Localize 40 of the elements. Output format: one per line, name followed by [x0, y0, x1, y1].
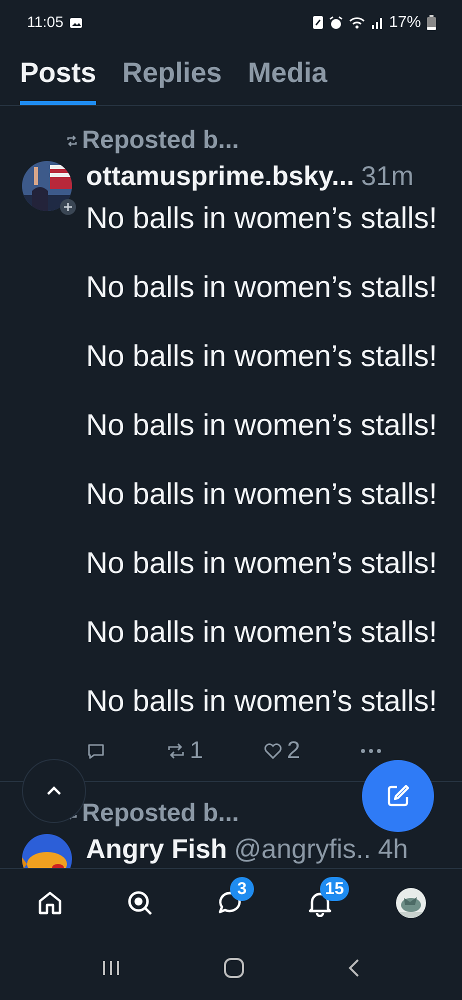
battery-saver-icon — [312, 16, 323, 29]
reply-icon[interactable] — [86, 741, 106, 761]
post-text: No balls in women’s stalls! — [86, 339, 438, 374]
post-text: No balls in women’s stalls! — [86, 408, 438, 443]
author-name[interactable]: Angry Fish — [86, 834, 228, 865]
search-icon[interactable] — [126, 888, 154, 916]
back-icon[interactable] — [347, 958, 361, 978]
repost-label[interactable]: Reposted b... — [82, 126, 239, 155]
post-time: 4h — [378, 834, 408, 865]
battery-level: 17% — [388, 14, 421, 32]
battery-icon — [427, 15, 436, 30]
author-name[interactable]: ottamusprime.bsky... — [86, 161, 354, 192]
post-time: 31m — [361, 161, 414, 192]
tab[interactable]: Media — [248, 45, 328, 105]
post-text: No balls in women’s stalls! — [86, 615, 438, 650]
chevron-up-icon — [46, 786, 62, 796]
post-text: No balls in women’s stalls! — [86, 201, 438, 236]
tab[interactable]: Posts — [20, 45, 96, 105]
alarm-icon — [328, 16, 343, 30]
gallery-icon — [69, 16, 84, 28]
signal-icon — [370, 16, 383, 28]
post-text: No balls in women’s stalls! — [86, 546, 438, 581]
wifi-icon — [348, 16, 365, 29]
repost-button[interactable]: 1 — [166, 737, 204, 765]
notification-badge: 15 — [320, 876, 349, 900]
more-icon[interactable] — [360, 748, 382, 754]
plus-icon — [63, 202, 73, 212]
heart-icon — [262, 742, 283, 760]
status-time: 11:05 — [27, 14, 64, 31]
post-text: No balls in women’s stalls! — [86, 477, 438, 512]
follow-badge[interactable] — [60, 199, 76, 215]
like-button[interactable]: 2 — [262, 737, 300, 765]
tab[interactable]: Replies — [122, 45, 222, 105]
home-button-icon[interactable] — [223, 957, 245, 979]
post-text: No balls in women’s stalls! — [86, 270, 438, 305]
notification-badge: 3 — [230, 876, 254, 900]
repost-label[interactable]: Reposted b... — [82, 799, 239, 828]
post-text: No balls in women’s stalls! — [86, 684, 438, 719]
author-handle[interactable]: @angryfis.. — [234, 834, 371, 865]
recent-apps-icon[interactable] — [101, 959, 121, 977]
